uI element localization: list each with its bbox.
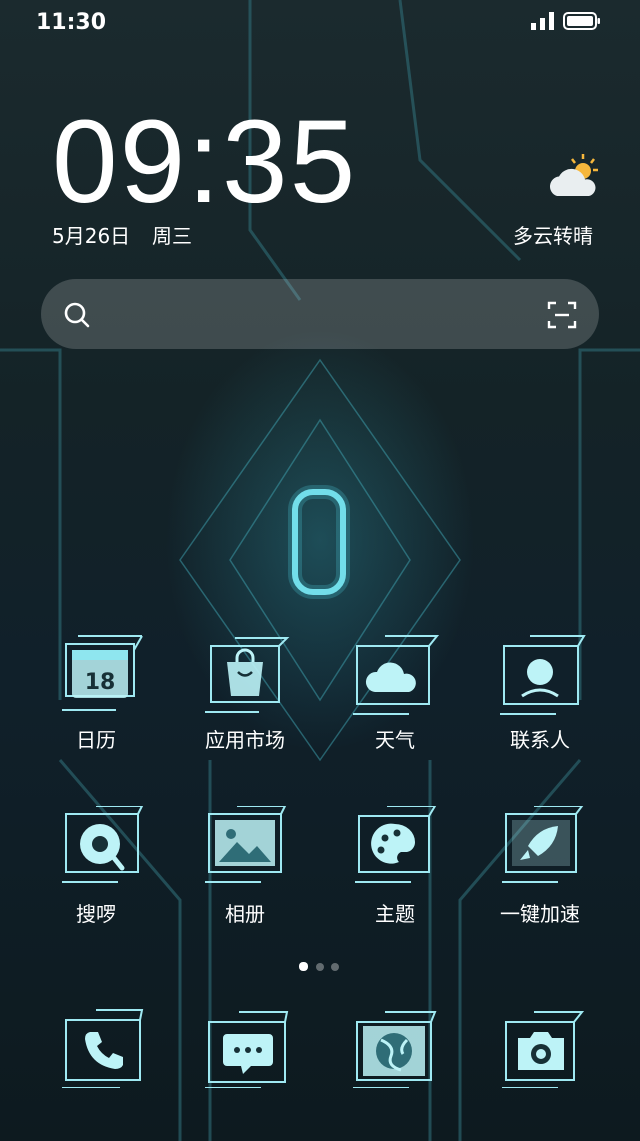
page-indicator[interactable] [299,962,343,972]
calendar-icon: 18 [62,635,143,711]
lock-clock: 09:35 [52,96,358,228]
dock-browser[interactable] [325,1000,465,1100]
date-label: 5月26日 [52,224,131,248]
message-icon [205,1011,289,1088]
app-label: 天气 [375,728,415,752]
app-label: 主题 [375,902,415,926]
weekday-label: 周三 [152,224,192,248]
shopping-bag-icon [205,637,290,713]
app-label: 一键加速 [500,902,580,926]
app-gallery[interactable]: 相册 [175,806,315,936]
photo-mountain-icon [205,806,287,883]
app-label: 相册 [225,902,265,926]
weather-text: 多云转晴 [513,224,593,248]
signal-icon [531,12,554,30]
app-boost[interactable]: 一键加速 [470,806,610,936]
scan-icon[interactable] [547,300,577,330]
app-label: 联系人 [510,728,570,752]
dock-messages[interactable] [175,1000,315,1100]
rocket-icon [502,806,584,883]
contact-person-icon [500,635,586,715]
dock-camera[interactable] [470,1000,610,1100]
app-label: 应用市场 [205,728,285,752]
app-label: 搜啰 [76,902,116,926]
status-bar: 11:30 [0,0,640,46]
search-bar[interactable] [41,279,599,349]
app-contacts[interactable]: 联系人 [470,632,610,762]
dock-phone[interactable] [26,1000,166,1100]
search-icon[interactable] [63,301,91,329]
phone-icon [62,1009,144,1088]
page-dot[interactable] [331,963,339,971]
camera-icon [502,1011,585,1088]
palette-icon [355,806,437,883]
app-calendar[interactable]: 18 日历 [26,632,166,762]
cloud-icon [353,635,440,715]
status-time: 11:30 [36,10,107,35]
page-dot[interactable] [316,963,324,971]
battery-icon [563,12,600,30]
calendar-date-badge: 18 [85,670,116,695]
search-bubble-icon [62,806,144,883]
app-themes[interactable]: 主题 [325,806,465,936]
app-souluo[interactable]: 搜啰 [26,806,166,936]
page-dot-active[interactable] [299,962,308,971]
partly-cloudy-icon[interactable] [545,152,601,202]
app-weather[interactable]: 天气 [325,632,465,762]
app-label: 日历 [76,728,116,752]
app-store[interactable]: 应用市场 [175,632,315,762]
browser-icon [353,1011,437,1088]
